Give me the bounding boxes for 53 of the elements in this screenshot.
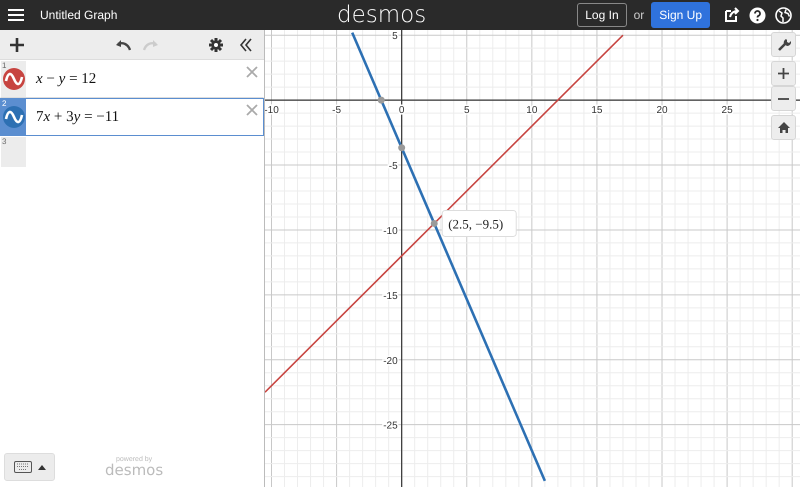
point-coordinates-label: (2.5, −9.5) [448, 216, 504, 232]
x-tick-label: 10 [526, 105, 538, 116]
graph-title[interactable]: Untitled Graph [40, 8, 118, 22]
zoom-in-button[interactable] [771, 61, 796, 86]
x-tick-label: 5 [464, 105, 470, 116]
keyboard-button[interactable] [4, 453, 55, 481]
y-tick-label: 5 [392, 31, 398, 42]
y-tick-label: -25 [383, 420, 398, 432]
zoom-out-button[interactable] [771, 86, 796, 111]
expression-number: 3 [2, 137, 6, 146]
expression-row[interactable]: 1 x − y = 12 [0, 60, 264, 98]
y-tick-label: -10 [383, 226, 398, 237]
login-button[interactable]: Log In [577, 3, 627, 27]
default-zoom-button[interactable] [771, 115, 796, 140]
globe-icon[interactable] [775, 6, 792, 24]
point-marker[interactable] [378, 96, 385, 104]
menu-icon[interactable] [8, 8, 24, 22]
caret-up-icon [38, 464, 46, 470]
share-icon[interactable] [724, 7, 740, 23]
x-tick-label: 15 [591, 105, 602, 116]
help-icon[interactable] [749, 6, 766, 24]
x-tick-label: -10 [265, 105, 279, 116]
keyboard-icon [14, 461, 32, 473]
x-tick-label: -5 [332, 105, 342, 116]
graph-style-icon[interactable] [2, 68, 24, 90]
expression-number: 2 [2, 99, 6, 108]
y-tick-label: -5 [388, 161, 398, 172]
collapse-icon[interactable] [239, 38, 253, 52]
brand-text: desmos [105, 463, 164, 478]
y-tick-label: -20 [383, 356, 398, 367]
or-text: or [634, 8, 644, 22]
y-tick-label: -15 [383, 290, 398, 302]
point-marker[interactable] [398, 144, 406, 152]
graph-line[interactable] [351, 32, 546, 482]
add-icon[interactable] [10, 38, 24, 52]
undo-icon[interactable] [114, 38, 130, 50]
graph-style-icon[interactable] [2, 106, 24, 128]
expression-number: 1 [2, 61, 6, 70]
wrench-icon [776, 38, 790, 52]
expression-input[interactable]: x − y = 12 [36, 70, 96, 88]
signup-button[interactable]: Sign Up [651, 2, 710, 28]
x-tick-label: 20 [656, 105, 668, 116]
settings-icon[interactable] [209, 38, 223, 52]
graph-settings-button[interactable] [771, 32, 796, 57]
expression-row[interactable]: 2 7x + 3y = −11 [0, 98, 264, 136]
home-icon [778, 122, 790, 133]
expression-row[interactable]: 3 [0, 136, 264, 167]
logo: desmos [337, 1, 426, 30]
point-marker[interactable] [430, 220, 438, 227]
x-tick-label: 25 [722, 105, 733, 116]
expression-input[interactable]: 7x + 3y = −11 [36, 108, 120, 126]
plus-icon [778, 68, 789, 79]
minus-icon [778, 98, 789, 100]
